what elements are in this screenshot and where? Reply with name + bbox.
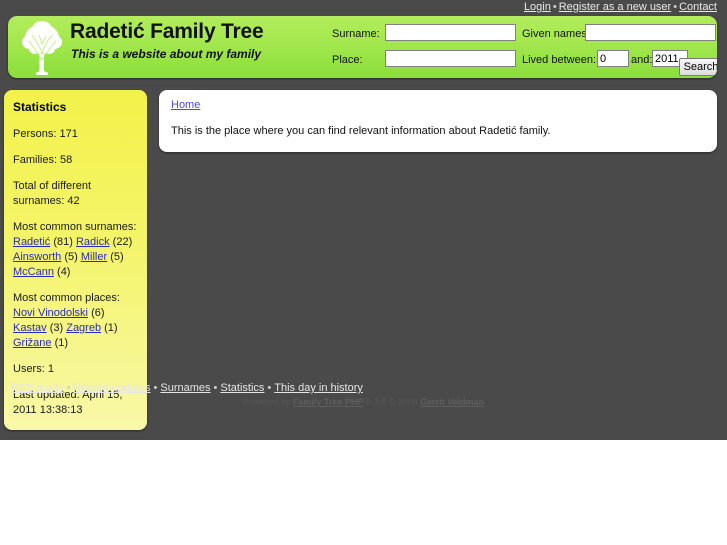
register-link[interactable]: Register as a new user bbox=[559, 1, 672, 13]
place-label: Place: bbox=[332, 54, 363, 66]
footer-separator: • bbox=[66, 382, 71, 394]
and-label: and: bbox=[631, 54, 653, 66]
page-background: Login•Register as a new user•Contact bbox=[0, 0, 727, 440]
footer-link-statistics[interactable]: Statistics bbox=[220, 382, 264, 394]
common-places-label: Most common places: bbox=[13, 292, 120, 304]
top-navigation: Login • Register as a new user • Contact bbox=[524, 1, 717, 14]
common-places-block: Most common places: Novi Vinodolski (6) … bbox=[13, 291, 138, 351]
family-tree-php-link[interactable]: Family Tree PHP bbox=[293, 397, 364, 407]
site-subtitle: This is a website about my family bbox=[71, 47, 262, 61]
surname-count: (81) bbox=[53, 236, 73, 248]
place-count: (1) bbox=[104, 322, 118, 334]
surname-count: (4) bbox=[57, 266, 71, 278]
tree-icon bbox=[14, 16, 70, 78]
given-names-input[interactable] bbox=[585, 24, 716, 41]
footer-link-recent-updates[interactable]: Recent updates bbox=[73, 382, 150, 394]
given-names-label: Given names: bbox=[522, 28, 590, 40]
site-header: Radetić Family Tree This is a website ab… bbox=[8, 16, 717, 78]
surname-count: (5) bbox=[64, 251, 78, 263]
powered-by-credit: Powered by Family Tree PHP 0.3.8 © 2009 … bbox=[0, 397, 727, 407]
place-link[interactable]: Grižane bbox=[13, 337, 52, 349]
footer-links: RSS feeds • Recent updates • Surnames • Statis… bbox=[11, 382, 363, 394]
footer-link-this-day-in-history[interactable]: This day in history bbox=[274, 382, 363, 394]
place-link[interactable]: Zagreb bbox=[66, 322, 101, 334]
surname-link[interactable]: McCann bbox=[13, 266, 54, 278]
place-link[interactable]: Novi Vinodolski bbox=[13, 307, 88, 319]
contact-link[interactable]: Contact bbox=[679, 1, 717, 13]
author-link[interactable]: Gerrit Veldman bbox=[420, 397, 484, 407]
surname-link[interactable]: Ainsworth bbox=[13, 251, 61, 263]
search-form: Surname: Given names: Place: Lived betwe… bbox=[332, 24, 716, 74]
surname-count: (22) bbox=[112, 236, 133, 248]
place-input[interactable] bbox=[385, 50, 516, 67]
footer-link-rss-feeds[interactable]: RSS feeds bbox=[11, 382, 64, 394]
footer-separator: • bbox=[267, 382, 272, 394]
place-count: (6) bbox=[91, 307, 105, 319]
lived-between-label: Lived between: bbox=[522, 54, 596, 66]
site-title: Radetić Family Tree bbox=[70, 20, 264, 43]
year-from-input[interactable] bbox=[597, 50, 629, 67]
statistics-heading: Statistics bbox=[13, 100, 67, 114]
surname-link[interactable]: Miller bbox=[81, 251, 107, 263]
common-surnames-block: Most common surnames: Radetić (81) Radic… bbox=[13, 220, 138, 280]
footer-separator: • bbox=[213, 382, 218, 394]
powered-by-version: 0.3.8 © 2009 bbox=[365, 397, 418, 407]
login-link[interactable]: Login bbox=[524, 1, 551, 13]
breadcrumb: Home bbox=[171, 99, 705, 111]
stat-families: Families: 58 bbox=[13, 154, 73, 166]
common-surnames-label: Most common surnames: bbox=[13, 221, 137, 233]
surname-count: (5) bbox=[110, 251, 124, 263]
nav-separator-1: • bbox=[552, 1, 557, 13]
place-count: (3) bbox=[49, 322, 64, 334]
surname-link[interactable]: Radetić bbox=[13, 236, 50, 248]
surname-link[interactable]: Radick bbox=[76, 236, 110, 248]
search-row-place-years: Place: Lived between: and: bbox=[332, 50, 712, 72]
stat-persons: Persons: 171 bbox=[13, 128, 78, 140]
place-link[interactable]: Kastav bbox=[13, 322, 47, 334]
stat-users: Users: 1 bbox=[13, 363, 54, 375]
place-count: (1) bbox=[54, 337, 69, 349]
stat-total-surnames: Total of different surnames: 42 bbox=[13, 180, 92, 207]
intro-text: This is the place where you can find rel… bbox=[171, 125, 551, 137]
breadcrumb-home-link[interactable]: Home bbox=[171, 99, 200, 111]
search-row-names: Surname: Given names: bbox=[332, 24, 716, 46]
footer-separator: • bbox=[153, 382, 158, 394]
search-button[interactable]: Search bbox=[679, 58, 717, 76]
nav-separator-2: • bbox=[673, 1, 678, 13]
surname-input[interactable] bbox=[385, 24, 516, 41]
main-content: Home This is the place where you can fin… bbox=[159, 90, 717, 152]
footer-link-surnames[interactable]: Surnames bbox=[160, 382, 210, 394]
powered-by-prefix: Powered by bbox=[242, 397, 291, 407]
surname-label: Surname: bbox=[332, 28, 380, 40]
statistics-sidebar: Statistics Persons: 171 Families: 58 Tot… bbox=[4, 90, 147, 430]
